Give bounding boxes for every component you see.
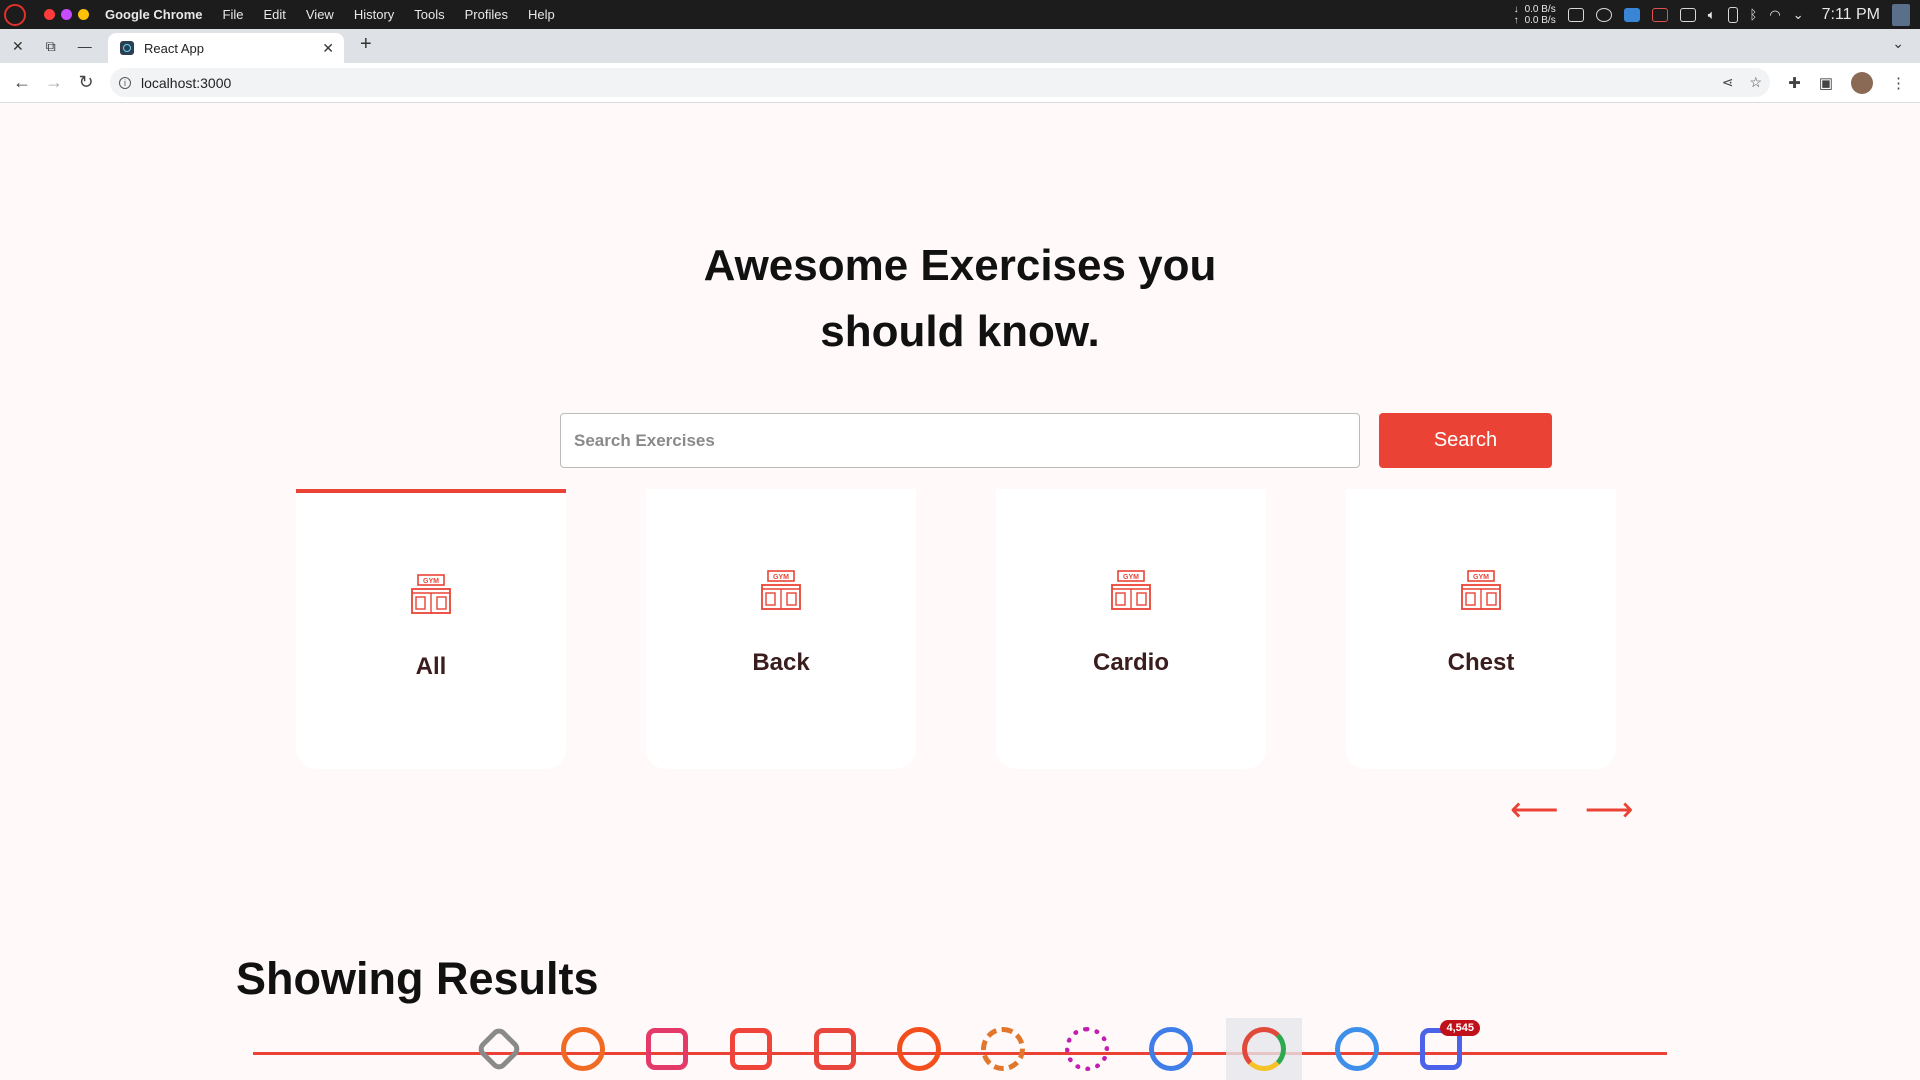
notification-icon[interactable] [1567, 7, 1584, 22]
left-arrow-icon[interactable]: ⟵ [1510, 793, 1559, 827]
restore-icon[interactable]: ⧉ [46, 38, 56, 55]
maximize-window-icon[interactable] [78, 9, 89, 20]
gym-icon: GYM [761, 570, 801, 610]
os-top-bar: Google Chrome File Edit View History Too… [0, 0, 1920, 29]
react-favicon-icon [120, 41, 134, 55]
gym-icon: GYM [1461, 570, 1501, 610]
svg-text:GYM: GYM [773, 574, 789, 581]
tab-title: React App [144, 40, 204, 56]
tab-search-chevron-icon[interactable]: ⌄ [1892, 35, 1904, 52]
browser-tab-strip: ✕ ⧉ — React App ✕ + ⌄ [0, 29, 1920, 63]
firefox-icon[interactable] [554, 1020, 612, 1078]
menu-tools[interactable]: Tools [414, 7, 444, 22]
browser-toolbar: ← → ↻ i localhost:3000 ⋖ ☆ ✚ ▣ ⋮ [0, 63, 1920, 103]
chrome-icon[interactable] [1226, 1018, 1302, 1080]
net-arrows-icon: ↓ ↑ [1513, 3, 1519, 26]
profile-avatar[interactable] [1851, 71, 1873, 94]
carousel-arrows: ⟵ ⟶ [1510, 793, 1634, 827]
reload-icon[interactable]: ↻ [70, 72, 102, 93]
category-card-chest[interactable]: GYM Chest [1346, 489, 1616, 769]
flower-settings-icon[interactable] [1058, 1020, 1116, 1078]
window-traffic-lights [44, 9, 89, 20]
system-monitor-icon[interactable] [806, 1020, 864, 1078]
close-window-icon[interactable] [44, 9, 55, 20]
window-controls: ✕ ⧉ — [12, 29, 92, 63]
settings-gear-icon[interactable] [974, 1020, 1032, 1078]
user-menu-icon[interactable] [1892, 3, 1910, 26]
kebab-menu-icon[interactable]: ⋮ [1891, 74, 1906, 92]
os-logo-icon[interactable] [4, 3, 26, 26]
circle-status-icon[interactable] [1595, 7, 1612, 22]
back-arrow-icon[interactable]: ← [6, 72, 38, 93]
category-label: Chest [1447, 649, 1515, 676]
menu-history[interactable]: History [354, 7, 394, 22]
share-icon[interactable]: ⋖ [1722, 74, 1734, 91]
search-input[interactable] [560, 413, 1360, 468]
menu-help[interactable]: Help [528, 7, 555, 22]
forward-arrow-icon[interactable]: → [38, 72, 70, 93]
search-button[interactable]: Search [1379, 413, 1552, 468]
gym-icon: GYM [411, 574, 451, 614]
volume-icon[interactable]: 🔈︎ [1708, 7, 1716, 23]
site-info-icon[interactable]: i [119, 76, 131, 89]
svg-text:GYM: GYM [423, 578, 439, 585]
bookmark-star-icon[interactable]: ☆ [1749, 74, 1762, 91]
files-icon[interactable] [722, 1020, 780, 1078]
terminal-icon[interactable] [638, 1020, 696, 1078]
eye-app-icon[interactable] [1623, 7, 1640, 22]
new-tab-icon[interactable]: + [360, 33, 372, 56]
clock[interactable]: 7:11 PM [1822, 6, 1880, 24]
menu-file[interactable]: File [223, 7, 244, 22]
web-page: Awesome Exercises you should know. Searc… [0, 103, 1920, 1080]
svg-text:GYM: GYM [1123, 574, 1139, 581]
chevron-down-icon[interactable]: ⌄ [1793, 7, 1804, 23]
category-label: All [415, 653, 447, 680]
side-panel-icon[interactable]: ▣ [1819, 74, 1833, 92]
vscode-icon[interactable] [1142, 1020, 1200, 1078]
net-up-speed: 0.0 B/s [1524, 14, 1556, 26]
category-card-back[interactable]: GYM Back [646, 489, 916, 769]
category-label: Back [752, 649, 810, 676]
app-store-icon[interactable] [470, 1020, 528, 1078]
browser-tab[interactable]: React App ✕ [108, 33, 344, 63]
wifi-icon[interactable]: ◠ [1769, 7, 1780, 23]
bluetooth-icon[interactable]: ᛒ [1750, 7, 1758, 22]
media-player-icon[interactable] [1328, 1020, 1386, 1078]
screencast-icon[interactable] [1651, 7, 1668, 22]
close-icon[interactable]: ✕ [12, 38, 24, 55]
right-arrow-icon[interactable]: ⟶ [1585, 793, 1634, 827]
extensions-puzzle-icon[interactable]: ✚ [1788, 74, 1801, 92]
hero-title-line2: should know. [820, 307, 1100, 356]
os-app-name: Google Chrome [105, 7, 203, 22]
svg-text:GYM: GYM [1473, 574, 1489, 581]
minimize-window-icon[interactable] [61, 9, 72, 20]
category-label: Cardio [1092, 649, 1169, 676]
battery-icon[interactable] [1727, 6, 1738, 23]
url-text: localhost:3000 [141, 74, 232, 91]
address-bar[interactable]: i localhost:3000 ⋖ ☆ [110, 68, 1770, 97]
wps-icon[interactable]: 4,545 [1412, 1020, 1480, 1078]
menu-view[interactable]: View [306, 7, 334, 22]
clipboard-icon[interactable] [1679, 7, 1696, 22]
hero-title-line1: Awesome Exercises you [703, 241, 1217, 290]
gym-icon: GYM [1111, 570, 1151, 610]
network-speed: ↓ ↑ 0.0 B/s 0.0 B/s [1514, 4, 1556, 26]
category-card-all[interactable]: GYM All [296, 489, 566, 769]
system-tray: ↓ ↑ 0.0 B/s 0.0 B/s 🔈︎ ᛒ ◠ ⌄ 7:11 PM [1514, 0, 1920, 29]
net-down-speed: 0.0 B/s [1524, 3, 1556, 15]
disk-usage-icon[interactable] [890, 1020, 948, 1078]
category-card-cardio[interactable]: GYM Cardio [996, 489, 1266, 769]
menu-profiles[interactable]: Profiles [465, 7, 508, 22]
tab-close-icon[interactable]: ✕ [322, 40, 334, 57]
hero-title: Awesome Exercises you should know. [0, 233, 1920, 365]
app-dock: 4,545 [470, 1018, 1480, 1080]
os-menu-bar: File Edit View History Tools Profiles He… [223, 7, 555, 22]
menu-edit[interactable]: Edit [263, 7, 285, 22]
minimize-icon[interactable]: — [78, 38, 92, 54]
results-heading: Showing Results [236, 953, 599, 1004]
notification-badge: 4,545 [1440, 1020, 1480, 1036]
